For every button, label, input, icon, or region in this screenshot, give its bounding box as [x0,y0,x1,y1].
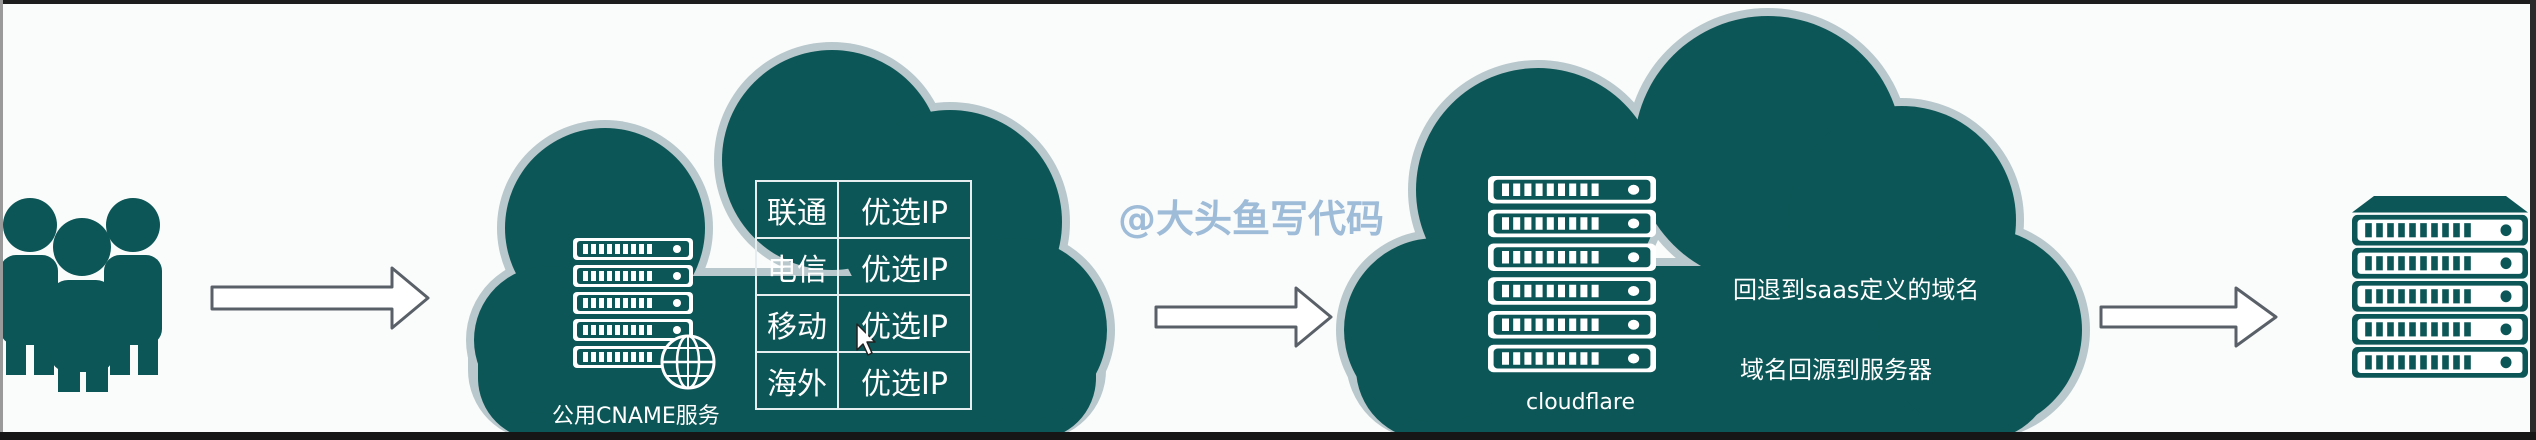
globe-icon [660,334,716,390]
arrow-right-icon [2099,286,2278,348]
frame-right-edge [2530,0,2536,440]
fallback-domain-note: 回退到saas定义的域名 [1733,276,1980,304]
isp-cell-overseas: 海外 [767,366,827,402]
frame-left-edge [0,0,3,440]
preferred-ip-cell: 优选IP [861,252,948,288]
isp-cell-telecom: 电信 [767,252,827,288]
cloudflare-label: cloudflare [1526,390,1636,415]
users-icon [0,198,162,392]
preferred-ip-cell: 优选IP [861,195,948,231]
watermark-text: @大头鱼写代码 [1118,197,1385,241]
cname-service-label: 公用CNAME服务 [552,404,720,429]
isp-cell-unicom: 联通 [767,195,827,231]
frame-top-edge [0,0,2536,4]
preferred-ip-cell: 优选IP [861,366,948,402]
isp-cell-mobile: 移动 [767,309,827,345]
arrow-right-icon [1154,286,1333,348]
frame-bottom-edge [0,432,2536,440]
origin-note: 域名回源到服务器 [1740,356,1932,384]
cloudflare-cloud-shape [1336,8,2090,440]
preferred-ip-cell: 优选IP [861,309,948,345]
arrow-right-icon [210,266,430,330]
diagram-canvas: 公用CNAME服务 联通 优选IP 电信 优选IP 移动 优选IP 海外 优选I… [0,0,2536,440]
server-icon [2352,196,2528,378]
